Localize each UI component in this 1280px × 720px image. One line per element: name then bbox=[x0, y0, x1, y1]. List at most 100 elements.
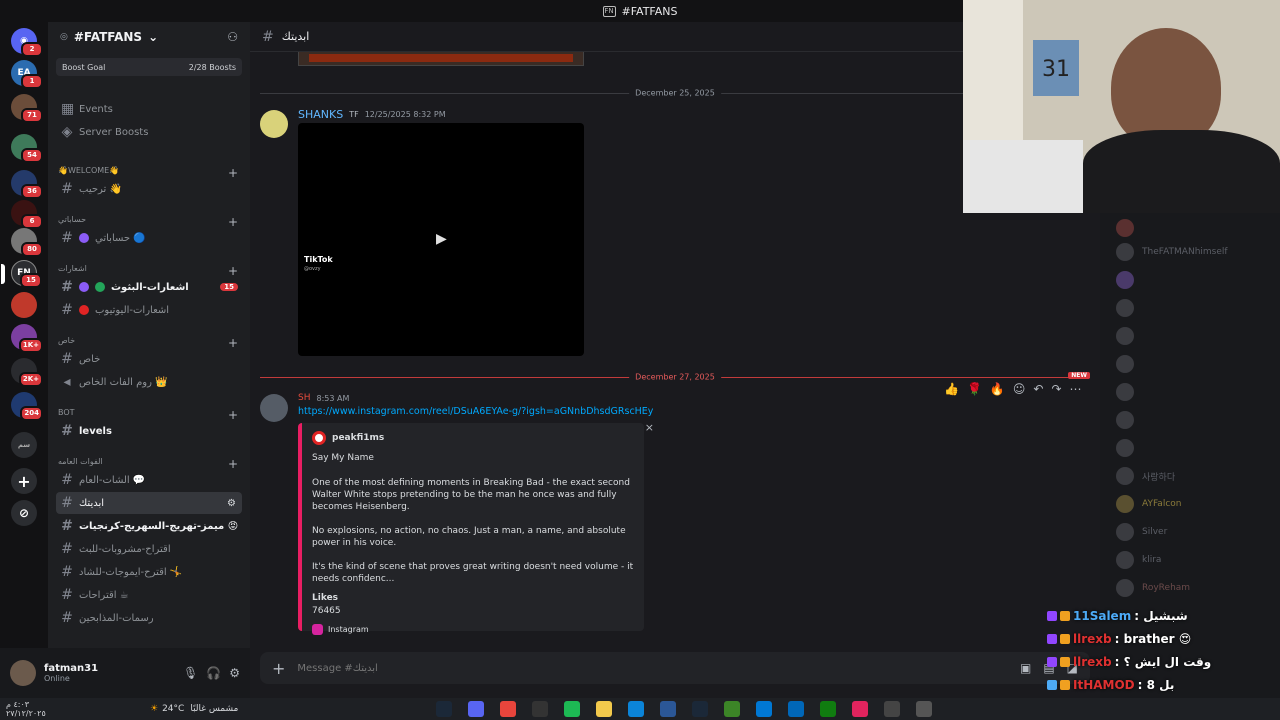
server-icon-b[interactable]: 54 bbox=[11, 134, 43, 163]
member-name: AYFalcon bbox=[1142, 499, 1182, 509]
forward-icon[interactable]: ↷ bbox=[1051, 382, 1061, 396]
discord-icon[interactable] bbox=[468, 701, 485, 717]
server-icon-g[interactable]: 1K+ bbox=[11, 324, 43, 353]
member-avatar bbox=[1116, 327, 1134, 345]
channel-welcome[interactable]: # ترحيب 👋 bbox=[56, 178, 242, 200]
member-item[interactable] bbox=[1116, 271, 1134, 289]
author-name[interactable]: SH bbox=[298, 393, 310, 403]
gift-icon[interactable]: ▣ bbox=[1020, 661, 1031, 675]
server-icon-ea[interactable]: EA 1 bbox=[11, 60, 43, 89]
server-icon-fatfans[interactable]: FN15 bbox=[1, 260, 42, 288]
attach-plus-icon[interactable]: + bbox=[272, 659, 285, 678]
reply-icon[interactable]: ↶ bbox=[1033, 382, 1043, 396]
server-icon-e[interactable]: 80 bbox=[11, 228, 43, 257]
author-name[interactable]: SHANKS bbox=[298, 108, 343, 121]
member-item[interactable]: RoyReham bbox=[1116, 579, 1190, 597]
settings-app-icon[interactable] bbox=[916, 701, 933, 717]
headphones-icon[interactable]: 🎧 bbox=[206, 666, 221, 680]
more-options-icon[interactable]: ⋯ bbox=[1070, 382, 1082, 396]
channel-drinks[interactable]: # اقتراح-مشروبات-للبث bbox=[56, 538, 242, 560]
server-icon-a[interactable]: 71 bbox=[11, 94, 43, 123]
server-icon-c[interactable]: 36 bbox=[11, 170, 43, 199]
server-icon-j[interactable]: سم bbox=[11, 432, 37, 458]
member-item[interactable]: Silver bbox=[1116, 523, 1167, 541]
close-embed-icon[interactable]: × bbox=[645, 421, 654, 434]
server-header[interactable]: ◎ #FATFANS ⌄ ⚇ bbox=[48, 22, 250, 52]
channel-youtube-notifs[interactable]: # اشعارات-اليوتيوب bbox=[56, 299, 242, 321]
invite-icon[interactable]: ⚇ bbox=[227, 30, 238, 44]
channel-accounts[interactable]: # حساباتي 🔵 bbox=[56, 227, 242, 249]
message-input[interactable] bbox=[297, 662, 1008, 674]
server-icon-d[interactable]: 6 bbox=[11, 200, 43, 229]
store-icon[interactable] bbox=[788, 701, 805, 717]
outlook-icon[interactable] bbox=[756, 701, 773, 717]
settings-gear-icon[interactable]: ⚙ bbox=[227, 498, 236, 509]
member-item[interactable] bbox=[1116, 299, 1134, 317]
member-item[interactable] bbox=[1116, 355, 1134, 373]
server-icon-h[interactable]: 2K+ bbox=[11, 358, 43, 387]
embed-title[interactable]: Say My Name bbox=[312, 453, 634, 463]
author-avatar[interactable] bbox=[260, 394, 288, 422]
voice-channel-fat-room[interactable]: ◂ روم الفات الخاص 👑 bbox=[56, 371, 242, 393]
video-embed[interactable]: ▶ TikTok @ovzy bbox=[298, 123, 584, 356]
user-info[interactable]: fatman31 Online bbox=[44, 663, 98, 683]
vscode-icon[interactable] bbox=[660, 701, 677, 717]
server-boosts-item[interactable]: ◈ Server Boosts bbox=[56, 121, 242, 143]
discover-icon[interactable]: ⊘ bbox=[11, 500, 37, 526]
channel-emotes[interactable]: # اقترح-ايموجات-للشاد 🤸 bbox=[56, 561, 242, 583]
channel-memes[interactable]: # ميمز-تهريج-السهريج-كرنجيات 😡 bbox=[56, 515, 242, 537]
discord-home-icon[interactable]: ◉ 2 bbox=[11, 28, 43, 57]
steam-icon-2[interactable] bbox=[692, 701, 709, 717]
microphone-icon[interactable]: 🎙 bbox=[183, 666, 198, 680]
channel-suggestions[interactable]: # اقتراحات ☕ bbox=[56, 584, 242, 606]
boost-icon: ◈ bbox=[61, 124, 73, 140]
channel-private[interactable]: # خاص bbox=[56, 348, 242, 370]
thumbs-up-reaction-icon[interactable]: 👍 bbox=[944, 382, 959, 396]
minecraft-icon[interactable] bbox=[724, 701, 741, 717]
instagram-link[interactable]: https://www.instagram.com/reel/DSuA6EYAe… bbox=[298, 406, 653, 417]
spotify-icon[interactable] bbox=[564, 701, 581, 717]
member-item[interactable]: 사랑하다 bbox=[1116, 467, 1175, 485]
crown-badge-icon bbox=[1060, 679, 1070, 690]
user-avatar[interactable] bbox=[10, 660, 36, 686]
weather-temp[interactable]: 24°C bbox=[162, 704, 184, 714]
boost-goal[interactable]: Boost Goal 2/28 Boosts bbox=[56, 58, 242, 76]
author-avatar[interactable] bbox=[260, 110, 288, 138]
obs-icon[interactable] bbox=[532, 701, 549, 717]
file-explorer-icon[interactable] bbox=[596, 701, 613, 717]
provider-name[interactable]: peakfi1ms bbox=[332, 433, 384, 443]
channel-levels[interactable]: # levels bbox=[56, 420, 242, 442]
add-reaction-icon[interactable]: ☺ bbox=[1013, 382, 1026, 396]
channel-stream-notifs[interactable]: # اشعارات-البثوث 15 bbox=[56, 276, 242, 298]
member-item[interactable] bbox=[1116, 327, 1134, 345]
member-item[interactable] bbox=[1116, 383, 1134, 401]
member-item[interactable] bbox=[1116, 219, 1134, 237]
chrome-icon[interactable] bbox=[500, 701, 517, 717]
member-item[interactable] bbox=[1116, 411, 1134, 429]
edge-icon[interactable] bbox=[628, 701, 645, 717]
app-icon-2[interactable] bbox=[884, 701, 901, 717]
server-icon-f[interactable] bbox=[11, 292, 37, 318]
channel-general-chat[interactable]: # الشات-العام 💬 bbox=[56, 469, 242, 491]
channel-label: ابديتك bbox=[79, 497, 105, 509]
channel-updates[interactable]: # ابديتك ⚙ bbox=[56, 492, 242, 514]
taskbar-clock[interactable]: ٤:٠٣ م ٢٧/١٢/٢٠٢٥ bbox=[0, 700, 130, 718]
member-item[interactable]: klira bbox=[1116, 551, 1161, 569]
user-settings-icon[interactable]: ⚙ bbox=[229, 666, 240, 680]
steam-icon[interactable] bbox=[436, 701, 453, 717]
member-item[interactable]: TheFATMANhimself bbox=[1116, 243, 1228, 261]
xbox-icon[interactable] bbox=[820, 701, 837, 717]
fire-reaction-icon[interactable]: 🔥 bbox=[990, 382, 1005, 396]
mention-badge: 1 bbox=[21, 74, 43, 89]
member-item[interactable] bbox=[1116, 439, 1134, 457]
member-item[interactable]: AYFalcon bbox=[1116, 495, 1181, 513]
play-icon[interactable]: ▶ bbox=[436, 231, 447, 247]
server-icon-i[interactable]: 204 bbox=[11, 392, 43, 421]
add-server-icon[interactable]: + bbox=[11, 468, 37, 494]
previous-attachment[interactable] bbox=[298, 52, 584, 66]
app-icon[interactable] bbox=[852, 701, 869, 717]
events-item[interactable]: ▦ Events bbox=[56, 98, 242, 120]
user-panel: fatman31 Online 🎙 🎧 ⚙ bbox=[0, 648, 250, 698]
rose-reaction-icon[interactable]: 🌹 bbox=[967, 382, 982, 396]
channel-drawings[interactable]: # رسمات-المذابحين bbox=[56, 607, 242, 629]
